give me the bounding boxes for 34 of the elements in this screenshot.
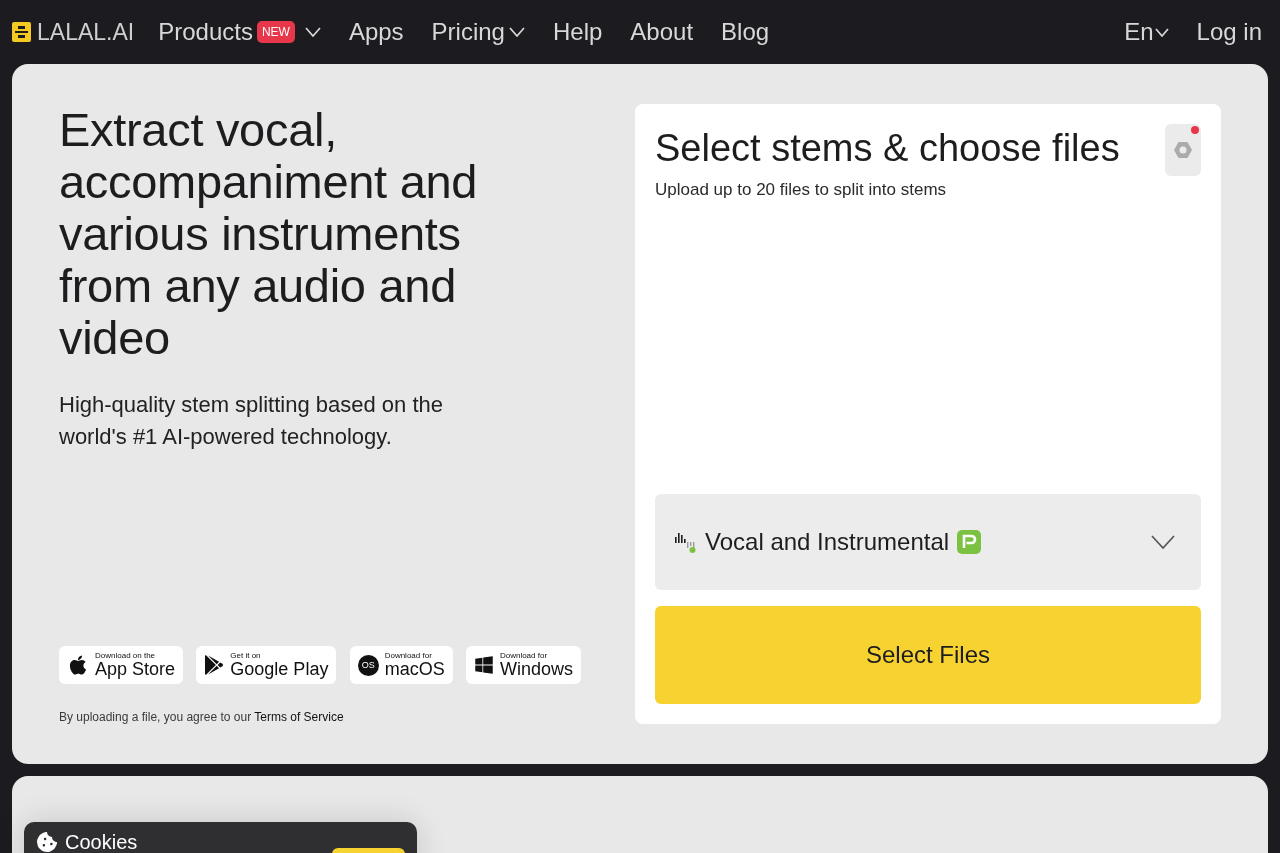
nav-link[interactable]: About	[630, 18, 694, 46]
download-button[interactable]: Get it on Google Play	[196, 646, 337, 684]
upload-subtitle: Upload up to 20 files to split into stems	[655, 179, 948, 201]
hero-subheading: High-quality stem splitting based on the world's #1 AI-powered technology.	[59, 391, 444, 451]
settings-icon	[1174, 142, 1192, 158]
stem-type-dropdown[interactable]: Vocal and Instrumental	[655, 494, 1201, 590]
windows-icon	[473, 655, 494, 675]
os-logo: OS	[357, 654, 379, 676]
settings-button[interactable]	[1165, 124, 1201, 176]
select-files-button[interactable]: Select Files	[655, 606, 1201, 704]
upload-title: Select stems & choose files	[655, 126, 1121, 171]
download-button[interactable]: Download for Windows	[465, 646, 581, 684]
apple-icon	[67, 654, 89, 676]
terms-link[interactable]: Terms of Service	[254, 710, 344, 724]
logo-text: LALAL.AI	[37, 18, 135, 46]
waveform-icon	[675, 531, 697, 553]
language-selector[interactable]: En	[1124, 18, 1169, 46]
login-link[interactable]: Log in	[1196, 18, 1262, 46]
nav-link[interactable]: Blog	[721, 18, 770, 46]
play-triangle-icon	[204, 655, 225, 675]
logo-icon	[12, 22, 31, 42]
chevron-down-icon	[1151, 535, 1175, 549]
nav-link[interactable]: Pricing	[431, 18, 525, 46]
nav-badge: NEW	[256, 21, 295, 43]
nav-link[interactable]: Apps	[348, 18, 404, 46]
cookie-banner-title: Cookies	[65, 832, 138, 852]
cookie-icon	[37, 832, 57, 852]
logo-link[interactable]: LALAL.AI	[12, 18, 135, 46]
nav-link[interactable]: Products NEW	[158, 18, 321, 46]
download-button[interactable]: OS Download for macOS	[349, 646, 453, 684]
terms-notice: By uploading a file, you agree to our Terms of Service	[59, 710, 345, 724]
hero-heading: Extract vocal, accompaniment and various instruments from any audio and video	[59, 104, 479, 364]
nav-link[interactable]: Help	[552, 18, 603, 46]
download-button[interactable]: Download on the App Store	[59, 646, 184, 684]
